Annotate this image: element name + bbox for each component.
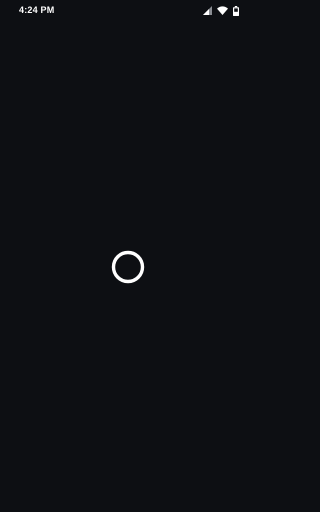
loading-spinner-icon [111, 250, 145, 284]
wifi-icon [217, 6, 228, 15]
status-icons [203, 5, 239, 16]
status-time: 4:24 PM [19, 5, 55, 15]
signal-icon [203, 6, 212, 15]
app-screen: 4:24 PM [0, 0, 256, 512]
loading-area [0, 22, 256, 512]
battery-icon [233, 5, 239, 16]
status-bar: 4:24 PM [0, 0, 256, 22]
